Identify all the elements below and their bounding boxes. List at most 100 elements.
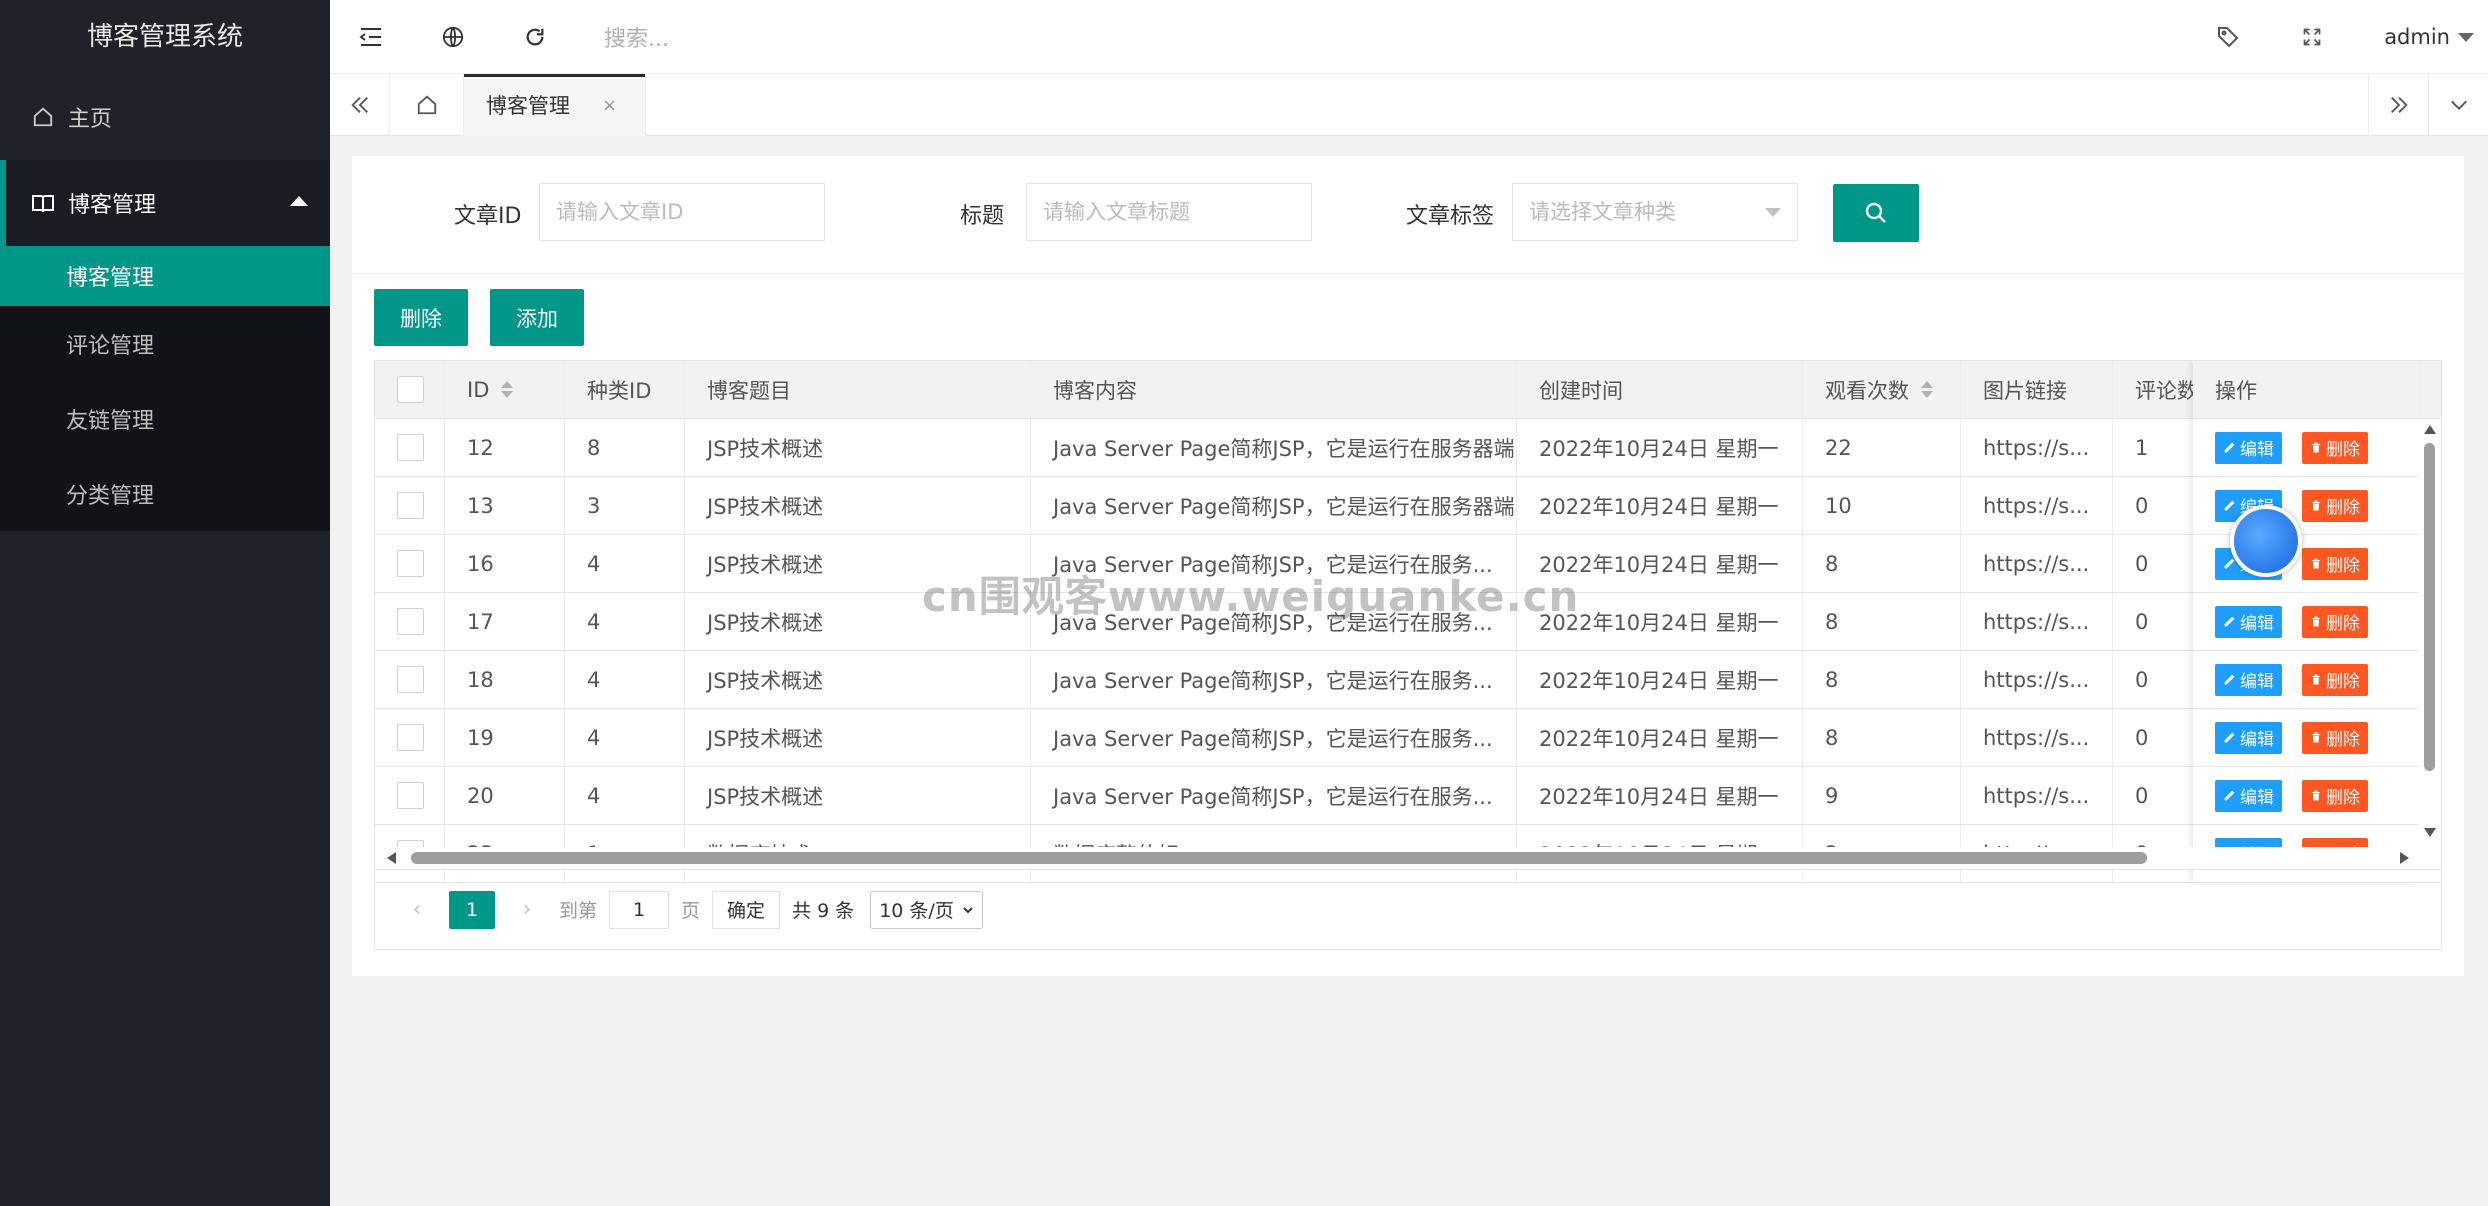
refresh-icon [526, 28, 544, 45]
search-button[interactable] [1833, 184, 1919, 242]
row-checkbox[interactable] [397, 666, 424, 693]
tab-close-icon[interactable]: × [602, 95, 617, 116]
sidebar-item-links[interactable]: 友链管理 [0, 381, 330, 456]
table-cell: 3 [565, 477, 685, 534]
row-checkbox[interactable] [397, 724, 424, 751]
sort-icon[interactable] [1921, 381, 1933, 398]
row-checkbox[interactable] [397, 608, 424, 635]
table-cell: JSP技术概述 [685, 419, 1031, 476]
pencil-icon [2224, 732, 2235, 743]
edit-button[interactable]: 编辑 [2215, 431, 2282, 464]
vertical-scroll-thumb[interactable] [2424, 443, 2435, 771]
scroll-up-icon[interactable] [2424, 425, 2436, 434]
batch-delete-button[interactable]: 删除 [374, 289, 468, 346]
delete-button[interactable]: 删除 [2302, 431, 2368, 464]
tabs-menu-button[interactable] [2428, 74, 2488, 136]
column-header: 操作 [2193, 361, 2419, 418]
goto-confirm-button[interactable]: 确定 [712, 890, 781, 929]
article-id-input[interactable]: 请输入文章ID [539, 183, 825, 241]
edit-button[interactable]: 编辑 [2215, 663, 2282, 696]
edit-button[interactable]: 编辑 [2215, 779, 2282, 812]
table-row[interactable]: 13 3 JSP技术概述 Java Server Page简称JSP，它是运行在服务器… [375, 477, 2441, 535]
table-cell: https://s... [1961, 651, 2113, 708]
table-cell: 19 [445, 709, 565, 766]
edit-button[interactable]: 编辑 [2215, 605, 2282, 638]
horizontal-scrollbar[interactable] [375, 847, 2441, 869]
row-select-cell [375, 535, 445, 592]
page-unit-label: 页 [681, 900, 701, 922]
goto-label: 到第 [559, 900, 598, 922]
table-cell: 20 [445, 767, 565, 824]
tab-bar: 博客管理 × [330, 74, 2488, 136]
theme-button[interactable] [2186, 0, 2270, 74]
user-name: admin [2384, 25, 2450, 49]
tag-label: 文章标签 [1406, 204, 1495, 229]
vertical-scrollbar[interactable] [2419, 419, 2441, 847]
sidebar-item-categories[interactable]: 分类管理 [0, 456, 330, 531]
column-header[interactable]: 观看次数 [1803, 361, 1961, 418]
user-menu[interactable]: admin [2354, 25, 2488, 49]
tag-icon [2218, 27, 2239, 48]
page-size-select[interactable]: 10 条/页 [870, 890, 983, 929]
tabs-scroll-right-button[interactable] [2368, 74, 2428, 136]
prev-page-icon[interactable]: ‹ [397, 897, 437, 922]
add-button[interactable]: 添加 [490, 289, 584, 346]
scroll-left-icon[interactable] [387, 852, 396, 864]
table-cell: https://s... [1961, 477, 2113, 534]
fullscreen-button[interactable] [2270, 0, 2354, 74]
tag-select[interactable]: 请选择文章种类 [1512, 183, 1798, 241]
delete-button[interactable]: 删除 [2302, 663, 2368, 696]
delete-button[interactable]: 删除 [2302, 721, 2368, 754]
sidebar-item-comments[interactable]: 评论管理 [0, 306, 330, 381]
tag-select-placeholder: 请选择文章种类 [1529, 200, 1676, 224]
delete-button[interactable]: 删除 [2302, 779, 2368, 812]
row-checkbox[interactable] [397, 434, 424, 461]
table-row[interactable]: 20 4 JSP技术概述 Java Server Page简称JSP，它是运行在服务.… [375, 767, 2441, 825]
tab-home[interactable] [390, 74, 464, 136]
operations-cell: 编辑删除 [2193, 535, 2419, 592]
horizontal-scroll-thumb[interactable] [411, 852, 2147, 864]
tab-blog-manage[interactable]: 博客管理 × [464, 74, 647, 136]
delete-button[interactable]: 删除 [2302, 605, 2368, 638]
floating-assistant-icon[interactable] [2230, 505, 2302, 577]
delete-button-label: 删除 [2326, 498, 2360, 518]
operations-cell: 编辑删除 [2193, 767, 2419, 824]
website-button[interactable] [412, 0, 494, 74]
row-select-cell [375, 709, 445, 766]
column-header[interactable]: ID [445, 361, 565, 418]
column-header-label: 观看次数 [1825, 378, 1909, 403]
menu-toggle-button[interactable] [330, 0, 412, 74]
refresh-button[interactable] [494, 0, 576, 74]
title-input[interactable]: 请输入文章标题 [1026, 183, 1312, 241]
sidebar-group-blog[interactable]: 博客管理 [0, 160, 330, 246]
total-count: 共 9 条 [792, 900, 855, 922]
row-checkbox[interactable] [397, 492, 424, 519]
edit-button[interactable]: 编辑 [2215, 721, 2282, 754]
sort-icon[interactable] [501, 381, 514, 398]
sidebar-item-home[interactable]: 主页 [0, 74, 330, 160]
delete-button[interactable]: 删除 [2302, 489, 2368, 522]
row-checkbox[interactable] [397, 782, 424, 809]
trash-icon [2312, 500, 2320, 511]
scroll-down-icon[interactable] [2424, 828, 2436, 837]
operations-row: 编辑删除 [2193, 535, 2419, 593]
header-search-input[interactable]: 搜索... [604, 21, 669, 53]
sidebar-item-blog-manage[interactable]: 博客管理 [0, 246, 330, 306]
delete-button[interactable]: 删除 [2302, 547, 2368, 580]
tabs-scroll-left-button[interactable] [330, 74, 390, 136]
table-cell: https://s... [1961, 767, 2113, 824]
scroll-right-icon[interactable] [2400, 852, 2409, 864]
next-page-icon[interactable]: › [507, 897, 547, 922]
table-cell: 17 [445, 593, 565, 650]
select-all-checkbox[interactable] [397, 376, 424, 403]
page-number-input[interactable]: 1 [609, 890, 670, 929]
watermark: cn围观客www.weiguanke.cn [922, 572, 1580, 621]
edit-button-label: 编辑 [2240, 614, 2274, 634]
current-page[interactable]: 1 [449, 890, 495, 929]
table-cell: Java Server Page简称JSP，它是运行在服务... [1031, 767, 1517, 824]
table-row[interactable]: 18 4 JSP技术概述 Java Server Page简称JSP，它是运行在服务.… [375, 651, 2441, 709]
row-checkbox[interactable] [397, 550, 424, 577]
table-row[interactable]: 19 4 JSP技术概述 Java Server Page简称JSP，它是运行在服务.… [375, 709, 2441, 767]
table-row[interactable]: 12 8 JSP技术概述 Java Server Page简称JSP，它是运行在服务器… [375, 419, 2441, 477]
trash-icon [2312, 732, 2320, 743]
